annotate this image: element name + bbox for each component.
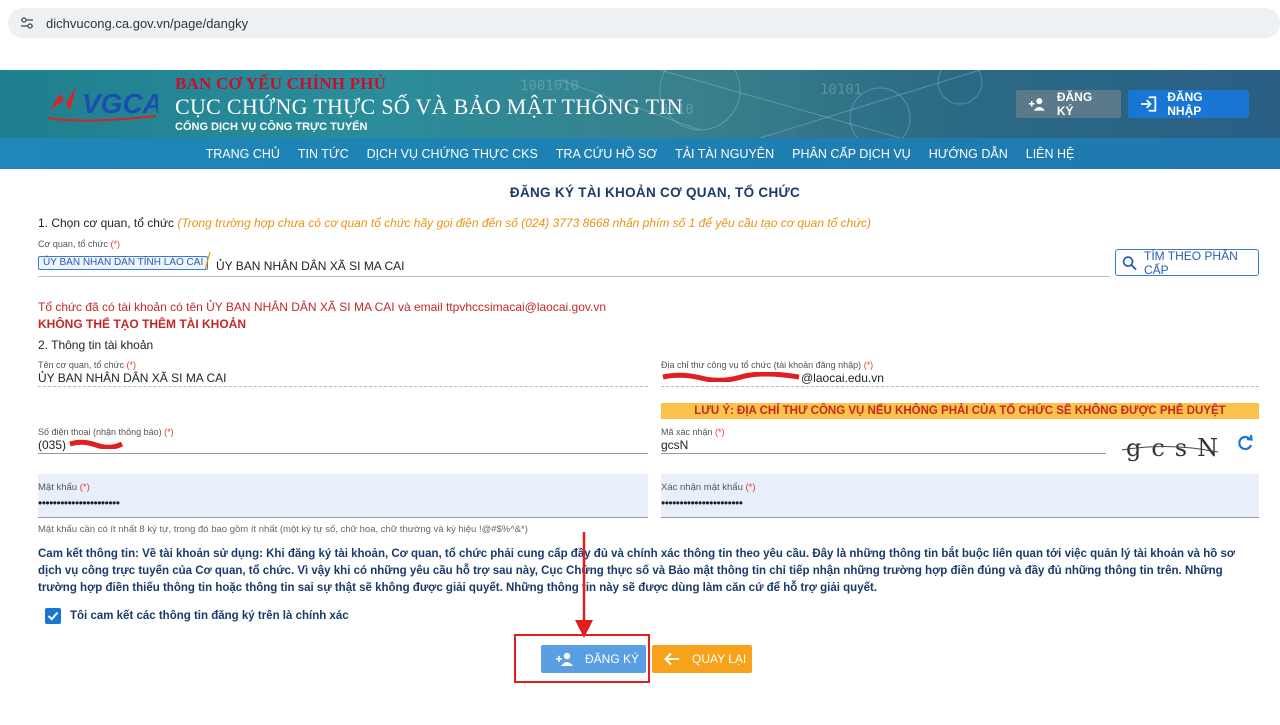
header-login-label: ĐĂNG NHẬP [1167,90,1203,118]
search-icon [1122,255,1137,270]
redaction-scribble-icon [69,439,124,449]
phone-value-prefix: (035) [38,438,67,452]
account-exists-error: Tổ chức đã có tài khoản có tên ỦY BAN NH… [38,300,606,314]
agree-label[interactable]: Tôi cam kết các thông tin đăng ký trên l… [70,610,349,622]
org-field-label: Cơ quan, tổ chức (*) [38,239,120,249]
cannot-create-error: KHÔNG THỂ TẠO THÊM TÀI KHOẢN [38,317,246,331]
email-warning: LƯU Ý: ĐỊA CHỈ THƯ CÔNG VỤ NẾU KHÔNG PHẢ… [661,403,1259,419]
required-mark: (*) [126,360,137,370]
page-title: ĐĂNG KÝ TÀI KHOẢN CƠ QUAN, TỔ CHỨC [509,185,801,200]
captcha-input-value: gcsN [661,438,689,452]
address-bar[interactable]: dichvucong.ca.gov.vn/page/dangky [8,8,1280,38]
site-settings-icon[interactable] [20,16,34,30]
org-name-label: Tên cơ quan, tổ chức (*) [38,360,136,370]
phone-label: Số điện thoại (nhận thông báo) (*) [38,427,174,437]
url-text[interactable]: dichvucong.ca.gov.vn/page/dangky [46,16,248,31]
email-field[interactable]: Địa chỉ thư công vụ tổ chức (tài khoản đ… [661,360,1259,387]
arrow-left-icon [664,652,679,666]
email-value-suffix: @laocai.edu.vn [801,371,884,385]
org-parent-chip[interactable]: ỦY BAN NHÂN DÂN TỈNH LÀO CAI [38,256,209,270]
back-label: QUAY LẠI [692,652,747,666]
password-label: Mật khẩu (*) [38,482,90,493]
checkmark-icon [47,611,59,621]
submit-register-button[interactable]: ĐĂNG KÝ [541,645,646,673]
required-mark: (*) [79,482,90,493]
password-label-text: Mật khẩu [38,482,78,493]
commitment-text: Cam kết thông tin: Về tài khoản sử dụng:… [38,548,1236,594]
logo-text: VGCA [82,88,158,119]
submit-register-label: ĐĂNG KÝ [585,652,640,666]
step1-heading: 1. Chọn cơ quan, tổ chức (Trong trường h… [38,216,871,230]
add-user-icon [556,652,573,666]
org-label-text: Cơ quan, tổ chức [38,239,108,249]
confirm-password-value: •••••••••••••••••••••• [661,496,743,510]
password-value: •••••••••••••••••••••• [38,496,120,510]
site-title: CỤC CHỨNG THỰC SỐ VÀ BẢO MẬT THÔNG TIN [175,94,684,119]
required-mark: (*) [863,360,874,370]
redaction-scribble-icon [662,372,800,382]
separator-slash-icon [204,251,211,271]
annotation-arrow-icon [575,532,593,638]
captcha-label: Mã xác nhận (*) [661,427,725,437]
vgca-logo-icon: VGCA [47,86,158,122]
nav-item-home[interactable]: TRANG CHỦ [197,147,289,161]
org-selected-value[interactable]: ỦY BAN NHÂN DÂN XÃ SI MA CAI [216,259,405,273]
confirm-label-text: Xác nhận mật khẩu [661,482,743,493]
nav-item-news[interactable]: TIN TỨC [289,147,358,161]
password-field[interactable]: Mật khẩu (*) •••••••••••••••••••••• [38,474,648,518]
captcha-field[interactable]: Mã xác nhận (*) gcsN [661,427,1106,454]
confirm-password-label: Xác nhận mật khẩu (*) [661,482,756,493]
nav-item-lookup[interactable]: TRA CỨU HỒ SƠ [547,147,666,161]
search-by-level-button[interactable]: TÌM THEO PHÂN CẤP [1115,248,1259,277]
required-mark: (*) [110,239,120,249]
svg-text:1001010: 1001010 [520,78,579,94]
email-label-text: Địa chỉ thư công vụ tổ chức (tài khoản đ… [661,360,862,370]
header-register-label: ĐĂNG KÝ [1056,90,1093,118]
back-button[interactable]: QUAY LẠI [652,645,752,673]
captcha-image-icon: gcsN [1118,428,1222,464]
nav-item-guide[interactable]: HƯỚNG DẪN [920,147,1017,161]
captcha-label-text: Mã xác nhận [661,427,713,437]
svg-text:10101: 10101 [820,82,862,98]
site-header: 1001010 0110 10101 VGCA BAN CƠ YẾU CHÍNH P… [0,70,1280,138]
step1-hint: (Trong trường hợp chưa có cơ quan tổ chứ… [177,216,871,230]
org-name-value: ỦY BAN NHÂN DÂN XÃ SI MA CAI [38,371,227,385]
org-name-label-text: Tên cơ quan, tổ chức [38,360,124,370]
gov-agency-name: BAN CƠ YẾU CHÍNH PHỦ [175,74,387,93]
header-register-button[interactable]: ĐĂNG KÝ [1016,90,1121,118]
required-mark: (*) [745,482,756,493]
agree-checkbox[interactable] [45,608,61,624]
password-hint: Mật khẩu cần có ít nhất 8 ký tự, trong đ… [38,524,528,535]
phone-label-text: Số điện thoại (nhận thông báo) [38,427,162,437]
step1-label: 1. Chọn cơ quan, tổ chức [38,216,174,230]
org-select[interactable]: ỦY BAN NHÂN DÂN TỈNH LÀO CAI ỦY BAN NHÂN… [38,251,1110,277]
confirm-password-field[interactable]: Xác nhận mật khẩu (*) ••••••••••••••••••… [661,474,1259,518]
header-login-button[interactable]: ĐĂNG NHẬP [1128,90,1249,118]
search-by-level-label: TÌM THEO PHÂN CẤP [1143,248,1238,277]
login-icon [1140,96,1157,112]
main-nav: TRANG CHỦ TIN TỨC DỊCH VỤ CHỨNG THỰC CKS… [0,138,1280,169]
add-user-icon [1028,98,1045,111]
nav-item-cks-services[interactable]: DỊCH VỤ CHỨNG THỰC CKS [358,147,547,161]
nav-item-service-levels[interactable]: PHÂN CẤP DỊCH VỤ [783,147,920,161]
required-mark: (*) [164,427,174,437]
org-name-field[interactable]: Tên cơ quan, tổ chức (*) ỦY BAN NHÂN DÂN… [38,360,648,387]
nav-item-contact[interactable]: LIÊN HỆ [1017,147,1084,161]
browser-toolbar: dichvucong.ca.gov.vn/page/dangky [0,0,1280,70]
nav-item-downloads[interactable]: TẢI TÀI NGUYÊN [666,147,783,161]
refresh-captcha-icon[interactable] [1236,434,1254,452]
email-label: Địa chỉ thư công vụ tổ chức (tài khoản đ… [661,360,873,370]
required-mark: (*) [715,427,725,437]
phone-field[interactable]: Số điện thoại (nhận thông báo) (*) (035) [38,427,648,454]
step2-heading: 2. Thông tin tài khoản [38,338,154,352]
site-subtitle: CỔNG DỊCH VỤ CÔNG TRỰC TUYẾN [175,121,368,133]
